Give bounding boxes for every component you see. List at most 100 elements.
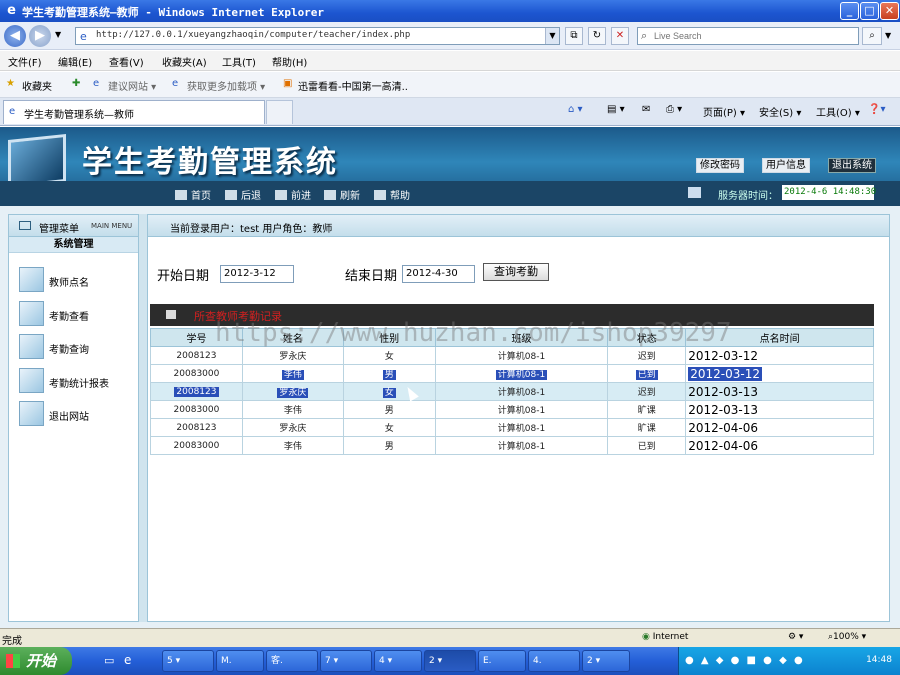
tab-active[interactable]: e 学生考勤管理系统—教师 [3,100,265,124]
back-button[interactable]: ◀ [4,25,26,47]
page-menu[interactable]: 页面(P) ▾ [703,104,745,119]
task-server[interactable]: 4. [528,650,580,672]
sidebar-item-statistics-report[interactable]: 考勤统计报表 [19,368,134,394]
end-date-label: 结束日期 [345,269,398,284]
home-icon[interactable]: ⌂ ▾ [568,104,583,115]
start-date-input[interactable]: 2012-3-12 [220,265,294,283]
close-button[interactable]: ✕ [880,2,899,20]
search-options-icon[interactable]: ▼ [885,31,891,40]
tray-icons[interactable]: ● ▲ ◆ ● ■ ● ◆ ● [685,655,805,666]
nav-help[interactable]: 帮助 [374,187,410,202]
server-time-value: 2012-4-6 14:48:30 [782,185,876,200]
col-class[interactable]: 班级 [434,328,609,347]
addons-icon: e [172,78,179,89]
task-editor[interactable]: E. [478,650,526,672]
xunlei-link[interactable]: 迅雷看看-中国第一高清.. [298,78,408,93]
nav-help-label: 帮助 [390,191,410,202]
cell-student-id: 2008123 [150,382,243,401]
table-row[interactable]: 2008123 罗永庆 女 计算机08-1 迟到 2012-03-13 [150,382,874,401]
sidebar-item-exit-site[interactable]: 退出网站 [19,401,134,427]
feeds-icon[interactable]: ▤ ▾ [607,104,625,115]
show-desktop-icon[interactable]: ▭ [104,654,114,667]
get-addons-link[interactable]: 获取更多加载项 ▾ [187,78,265,93]
refresh-icon[interactable]: ↻ [588,27,606,45]
cell-name: 罗永庆 [241,418,344,437]
forward-button[interactable]: ▶ [29,25,51,47]
minimize-button[interactable]: _ [840,2,859,20]
cell-gender: 女 [342,382,436,401]
cell-status: 已到 [607,364,687,383]
search-box[interactable]: ⌕ [637,27,859,45]
safety-menu[interactable]: 安全(S) ▾ [759,104,801,119]
user-info-button[interactable]: 用户信息 [762,158,810,173]
table-row[interactable]: 2008123 罗永庆 女 计算机08-1 旷课 2012-04-06 [150,418,874,437]
menu-edit[interactable]: 编辑(E) [58,54,92,69]
task-excel[interactable]: M. [216,650,264,672]
task-qq-chat[interactable]: 2 ▾ [582,650,630,672]
sidebar-item-attendance-view[interactable]: 考勤查看 [19,301,134,327]
nav-home[interactable]: 首页 [175,187,211,202]
col-roll-time[interactable]: 点名时间 [685,328,874,347]
help-icon[interactable]: ❓▾ [868,104,885,115]
menu-file[interactable]: 文件(F) [8,54,42,69]
new-tab-button[interactable] [266,100,293,124]
print-icon[interactable]: ⎙ ▾ [666,104,682,115]
zoom-level[interactable]: ⌕100% ▾ [828,632,866,642]
sidebar-title-en: MAIN MENU [91,222,133,230]
tab-title[interactable]: 学生考勤管理系统—教师 [24,106,134,121]
menu-tools[interactable]: 工具(T) [222,54,256,69]
search-input[interactable] [654,29,854,43]
tray-clock[interactable]: 14:48 [866,655,892,665]
cell-roll-time: 2012-03-12 [685,364,874,383]
task-client[interactable]: 客. [266,650,318,672]
start-button[interactable]: 开始 [0,647,72,675]
cell-student-id: 20083000 [150,400,243,419]
protected-mode-icon[interactable]: ⚙ ▾ [788,632,803,642]
col-student-id[interactable]: 学号 [150,328,243,347]
change-password-button[interactable]: 修改密码 [696,158,744,173]
sidebar-item-attendance-query[interactable]: 考勤查询 [19,334,134,360]
result-title: 所查教师考勤记录 [194,310,282,323]
mail-icon[interactable]: ✉ [642,104,650,115]
nav-back[interactable]: 后退 [225,187,261,202]
table-row[interactable]: 20083000 李伟 男 计算机08-1 旷课 2012-03-13 [150,400,874,419]
ie-quicklaunch-icon[interactable]: e [124,653,131,667]
sidebar-group-system[interactable]: 系统管理 [9,237,138,253]
col-name[interactable]: 姓名 [241,328,344,347]
globe-icon: ◉ [642,632,653,642]
stop-icon[interactable]: ✕ [611,27,629,45]
task-folders[interactable]: 7 ▾ [320,650,372,672]
sidebar-divider[interactable] [139,214,147,622]
logout-system-button[interactable]: 退出系统 [828,158,876,173]
menu-view[interactable]: 查看(V) [109,54,144,69]
table-row[interactable]: 2008123 罗永庆 女 计算机08-1 迟到 2012-03-12 [150,346,874,365]
suggested-sites-link[interactable]: 建议网站 ▾ [108,78,156,93]
attendance-view-icon [19,301,44,326]
favorites-button[interactable]: 收藏夹 [22,78,52,93]
nav-refresh[interactable]: 刷新 [324,187,360,202]
selected-text: 女 [382,388,396,398]
nav-forward[interactable]: 前进 [275,187,311,202]
tools-menu[interactable]: 工具(O) ▾ [816,104,860,119]
maximize-button[interactable]: □ [860,2,879,20]
compat-view-icon[interactable]: ⧉ [565,27,583,45]
task-qq[interactable]: 4 ▾ [374,650,422,672]
menu-favorites[interactable]: 收藏夹(A) [162,54,207,69]
history-dropdown-icon[interactable]: ▼ [55,30,61,39]
address-bar[interactable]: e http://127.0.0.1/xueyangzhaoqin/comput… [75,27,560,45]
table-row[interactable]: 20083000 李伟 男 计算机08-1 已到 2012-04-06 [150,436,874,455]
cell-class: 计算机08-1 [434,382,609,401]
table-row[interactable]: 20083000 李伟 男 计算机08-1 已到 2012-03-12 [150,364,874,383]
col-status[interactable]: 状态 [607,328,687,347]
end-date-input[interactable]: 2012-4-30 [402,265,475,283]
menu-help[interactable]: 帮助(H) [272,54,307,69]
add-favorite-icon[interactable]: ✚ [72,78,80,89]
address-url[interactable]: http://127.0.0.1/xueyangzhaoqin/computer… [96,30,410,40]
task-ie[interactable]: 2 ▾ [424,650,476,672]
search-icon[interactable]: ⌕ [862,27,882,45]
query-attendance-button[interactable]: 查询考勤 [483,263,549,281]
sidebar-item-roll-call[interactable]: 教师点名 [19,267,134,293]
address-dropdown-icon[interactable]: ▼ [545,28,559,44]
col-gender[interactable]: 性别 [342,328,436,347]
task-word[interactable]: 5 ▾ [162,650,214,672]
